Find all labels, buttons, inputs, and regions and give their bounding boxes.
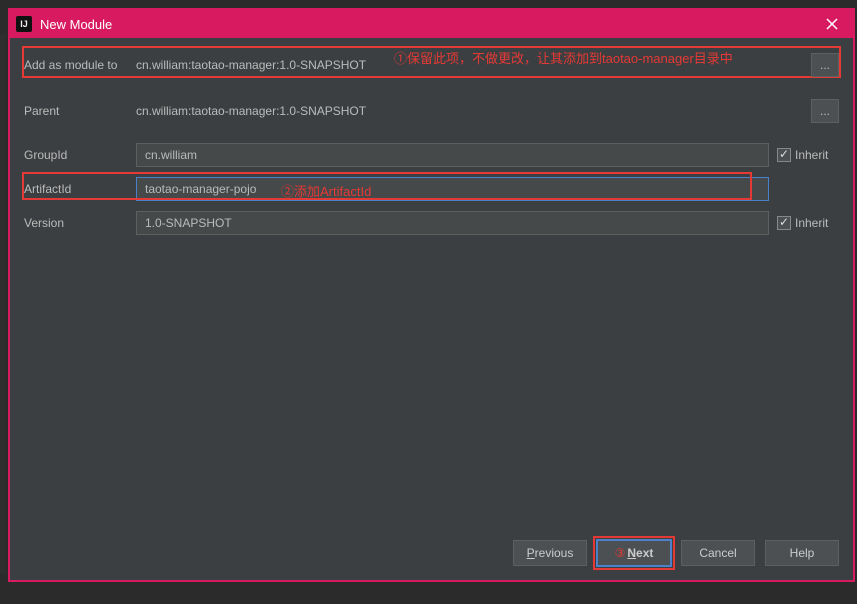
add-as-module-value: cn.william:taotao-manager:1.0-SNAPSHOT [136,58,805,72]
add-as-module-browse-button[interactable]: ... [811,53,839,77]
version-input[interactable] [136,211,769,235]
add-as-module-label: Add as module to [24,58,136,72]
groupid-input[interactable] [136,143,769,167]
version-inherit-checkbox[interactable] [777,216,791,230]
titlebar: IJ New Module [10,10,853,38]
groupid-label: GroupId [24,148,136,162]
help-button[interactable]: Help [765,540,839,566]
close-icon [826,18,838,30]
parent-browse-button[interactable]: ... [811,99,839,123]
artifactid-input[interactable] [136,177,769,201]
intellij-icon: IJ [16,16,32,32]
callout-3: ③ [615,546,626,560]
window-title: New Module [40,17,817,32]
artifactid-label: ArtifactId [24,182,136,196]
close-button[interactable] [817,10,847,38]
new-module-dialog: IJ New Module ①保留此项，不做更改，让其添加到taotao-man… [8,8,855,582]
groupid-inherit-label: Inherit [795,148,828,162]
groupid-inherit-checkbox[interactable] [777,148,791,162]
version-inherit-label: Inherit [795,216,828,230]
previous-button[interactable]: PPreviousrevious [513,540,587,566]
parent-value: cn.william:taotao-manager:1.0-SNAPSHOT [136,104,805,118]
next-button[interactable]: ③NextNext [597,540,671,566]
cancel-button[interactable]: Cancel [681,540,755,566]
parent-label: Parent [24,104,136,118]
version-label: Version [24,216,136,230]
